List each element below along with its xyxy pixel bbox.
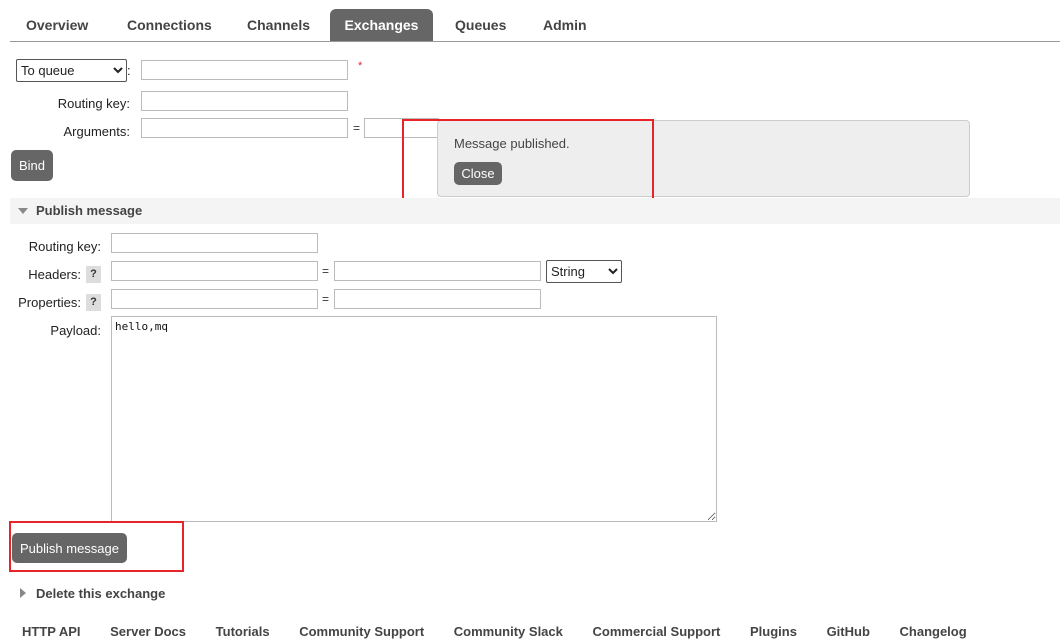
header-type-select[interactable]: StringNumberBooleanList [546, 260, 622, 283]
property-equals: = [322, 292, 330, 306]
publish-section-title: Publish message [36, 203, 143, 218]
header-value-input[interactable] [334, 261, 541, 281]
payload-label: Payload: [50, 323, 101, 338]
destination-input[interactable] [141, 60, 348, 80]
header-key-input[interactable] [111, 261, 318, 281]
tab-queues[interactable]: Queues [455, 9, 506, 41]
bind-button[interactable]: Bind [11, 150, 53, 181]
annotation-highlight-notification [402, 119, 654, 203]
footer-link[interactable]: Plugins [750, 624, 797, 639]
required-marker: * [358, 60, 363, 72]
payload-textarea[interactable]: hello,mq [111, 316, 717, 522]
publish-routing-key-input[interactable] [111, 233, 318, 253]
footer-link[interactable]: HTTP API [22, 624, 81, 639]
expanded-arrow-icon [18, 208, 28, 214]
delete-section-header[interactable]: Delete this exchange [10, 581, 1060, 607]
collapsed-arrow-icon [20, 588, 26, 598]
tab-connections[interactable]: Connections [127, 9, 212, 41]
binding-routing-key-input[interactable] [141, 91, 348, 111]
binding-argument-key-input[interactable] [141, 118, 348, 138]
binding-routing-key-label: Routing key: [57, 96, 130, 111]
delete-section-title: Delete this exchange [36, 586, 166, 601]
footer-link[interactable]: Changelog [900, 624, 967, 639]
property-key-input[interactable] [111, 289, 318, 309]
properties-label: Properties: [18, 295, 81, 310]
binding-argument-equals: = [353, 121, 361, 135]
footer-link[interactable]: GitHub [827, 624, 870, 639]
property-value-input[interactable] [334, 289, 541, 309]
tab-admin[interactable]: Admin [543, 9, 587, 41]
footer-link[interactable]: Community Slack [454, 624, 563, 639]
publish-routing-key-label: Routing key: [28, 239, 101, 254]
tab-exchanges[interactable]: Exchanges [330, 9, 433, 41]
properties-help-icon[interactable]: ? [86, 294, 101, 311]
tab-overview[interactable]: Overview [26, 9, 88, 41]
destination-type-select[interactable]: To queueTo exchange [16, 59, 127, 82]
header-equals: = [322, 264, 330, 278]
top-nav: Overview Connections Channels Exchanges … [10, 9, 1060, 42]
tab-channels[interactable]: Channels [247, 9, 310, 41]
footer-link[interactable]: Server Docs [110, 624, 186, 639]
publish-section-header[interactable]: Publish message [10, 198, 1060, 224]
footer-link[interactable]: Commercial Support [593, 624, 721, 639]
destination-colon: : [127, 63, 131, 78]
headers-label: Headers: [28, 267, 81, 282]
footer-links: HTTP API Server Docs Tutorials Community… [22, 624, 993, 639]
footer-link[interactable]: Community Support [299, 624, 424, 639]
footer-link[interactable]: Tutorials [216, 624, 270, 639]
binding-arguments-label: Arguments: [63, 124, 130, 139]
headers-help-icon[interactable]: ? [86, 266, 101, 283]
annotation-highlight-publish [9, 521, 184, 572]
